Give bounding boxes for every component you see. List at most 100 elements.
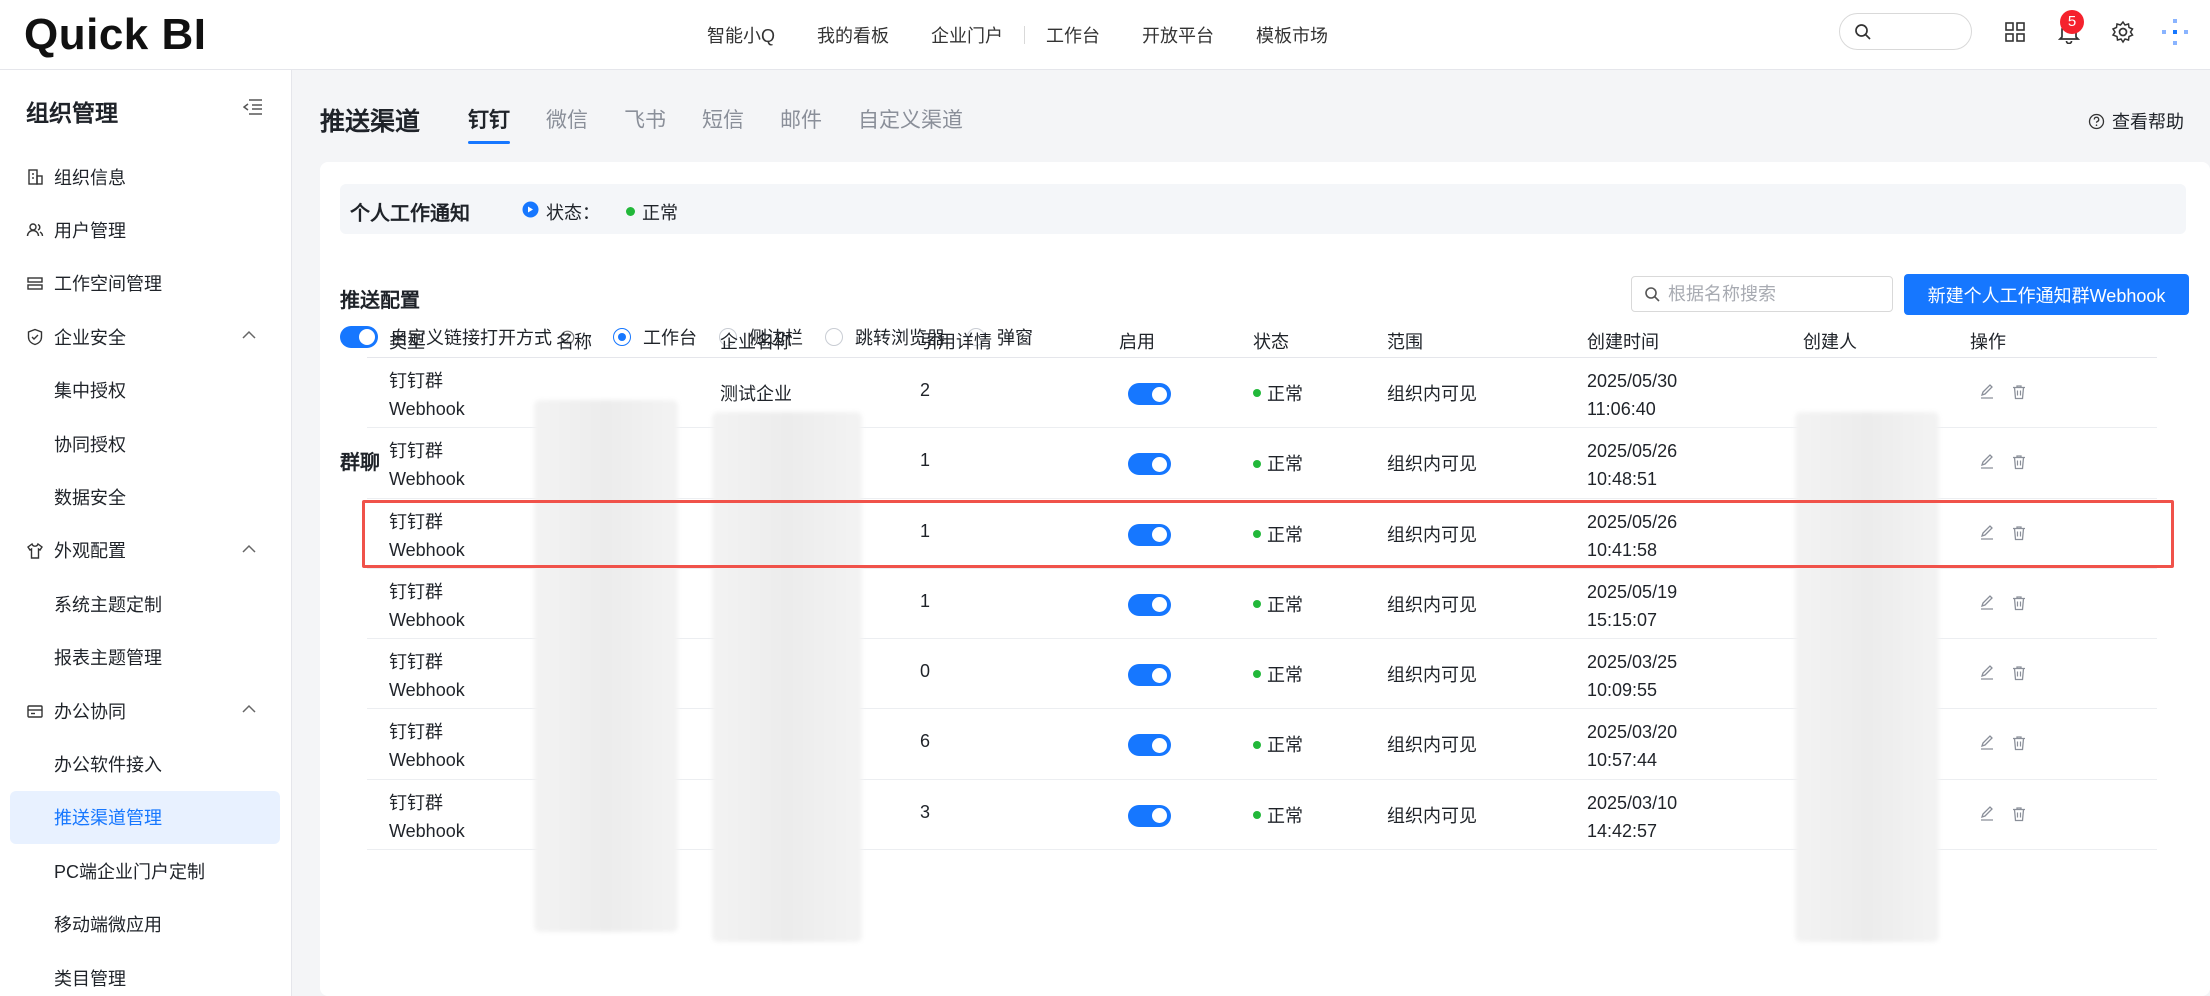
sidebar-item-appearance[interactable]: 外观配置 [0, 524, 292, 577]
ref-count[interactable]: 1 [920, 521, 930, 542]
ref-count[interactable]: 6 [920, 731, 930, 752]
enable-toggle[interactable] [1128, 804, 1171, 827]
sidebar-item-report-theme[interactable]: 报表主题管理 [0, 631, 292, 684]
sidebar-item-workspace[interactable]: 工作空间管理 [0, 257, 292, 310]
sidebar-item-central-auth[interactable]: 集中授权 [0, 364, 292, 417]
sidebar-item-label: 外观配置 [54, 541, 126, 562]
tab-sms[interactable]: 短信 [702, 104, 744, 144]
workspace-icon [27, 277, 43, 290]
toggle-knob [1152, 456, 1167, 472]
group-search-field[interactable] [1631, 276, 1893, 312]
status-cell: 正常 [1253, 380, 1303, 406]
apps-grid-icon[interactable] [2000, 17, 2030, 47]
sidebar-item-system-theme[interactable]: 系统主题定制 [0, 577, 292, 630]
ref-count[interactable]: 0 [920, 661, 930, 682]
tab-custom-channel[interactable]: 自定义渠道 [858, 104, 963, 144]
tab-email[interactable]: 邮件 [780, 104, 822, 144]
created-time-cell: 2025/03/10 14:42:57 [1587, 789, 1677, 845]
search-icon [1855, 24, 1871, 40]
sidebar-item-category[interactable]: 类目管理 [0, 951, 292, 996]
status-cell: 正常 [1253, 591, 1303, 617]
tab-feishu[interactable]: 飞书 [624, 104, 666, 144]
status-text: 正常 [1267, 805, 1303, 826]
sidebar-item-office-collab[interactable]: 办公协同 [0, 684, 292, 737]
toggle-knob [1152, 737, 1167, 753]
sidebar-item-collab-auth[interactable]: 协同授权 [0, 417, 292, 470]
edit-icon[interactable] [1978, 805, 1996, 823]
edit-icon[interactable] [1978, 664, 1996, 682]
enable-toggle[interactable] [1128, 523, 1171, 546]
status-cell: 正常 [1253, 450, 1303, 476]
edit-icon[interactable] [1978, 453, 1996, 471]
edit-icon[interactable] [1978, 524, 1996, 542]
sidebar-item-data-security[interactable]: 数据安全 [0, 470, 292, 523]
global-search[interactable] [1839, 13, 1972, 50]
search-icon [1645, 287, 1660, 302]
delete-icon[interactable] [2010, 383, 2028, 401]
enable-toggle[interactable] [1128, 664, 1171, 687]
sidebar-item-enterprise-security[interactable]: 企业安全 [0, 310, 292, 363]
delete-icon[interactable] [2010, 805, 2028, 823]
type-label: 钉钉群 [389, 722, 443, 743]
enable-toggle[interactable] [1128, 453, 1171, 476]
delete-icon[interactable] [2010, 664, 2028, 682]
nav-template-market[interactable]: 模板市场 [1235, 22, 1349, 48]
status-dot [1253, 529, 1261, 538]
tab-wechat[interactable]: 微信 [546, 104, 588, 144]
status-text: 正常 [1267, 735, 1303, 756]
type-cell: 钉钉群 Webhook [389, 718, 465, 774]
delete-icon[interactable] [2010, 524, 2028, 542]
notification-badge: 5 [2060, 10, 2084, 34]
nav-open-platform[interactable]: 开放平台 [1121, 22, 1235, 48]
group-search-input[interactable] [1668, 277, 1888, 311]
delete-icon[interactable] [2010, 734, 2028, 752]
sidebar-item-office-software[interactable]: 办公软件接入 [0, 737, 292, 790]
delete-icon[interactable] [2010, 594, 2028, 612]
help-link[interactable]: 查看帮助 [2088, 108, 2184, 134]
ref-count[interactable]: 1 [920, 450, 930, 471]
sidebar-item-label: 系统主题定制 [54, 594, 162, 615]
new-webhook-button[interactable]: 新建个人工作通知群Webhook [1904, 274, 2189, 315]
ref-count[interactable]: 2 [920, 380, 930, 401]
status-cell: 正常 [1253, 731, 1303, 757]
sidebar-item-org-info[interactable]: 组织信息 [0, 150, 292, 203]
nav-my-dashboards[interactable]: 我的看板 [796, 22, 910, 48]
sidebar-item-label: 协同授权 [54, 434, 126, 455]
sidebar-item-label: 类目管理 [54, 968, 126, 989]
enable-toggle[interactable] [1128, 734, 1171, 757]
sidebar-item-label: 移动端微应用 [54, 915, 162, 936]
created-date: 2025/05/19 [1587, 581, 1678, 602]
sidebar-item-push-channels[interactable]: 推送渠道管理 [10, 790, 280, 845]
nav-smart-q[interactable]: 智能小Q [686, 22, 796, 48]
ref-count[interactable]: 1 [920, 591, 930, 612]
sidebar-item-user-management[interactable]: 用户管理 [0, 203, 292, 256]
status-label: 状态： [546, 203, 600, 223]
chevron-up-icon [242, 704, 256, 713]
created-clock: 10:09:55 [1587, 680, 1658, 701]
enable-toggle[interactable] [1128, 593, 1171, 616]
edit-icon[interactable] [1978, 383, 1996, 401]
sidebar: 组织管理 组织信息 用户管理 工作空间管理 企业安全 集中授权 协同授权 数据安… [0, 70, 292, 996]
created-clock: 14:42:57 [1587, 820, 1658, 841]
edit-icon[interactable] [1978, 734, 1996, 752]
scope-cell: 组织内可见 [1387, 805, 1477, 826]
gear-icon[interactable] [2108, 17, 2138, 47]
redacted-creator-column [1795, 412, 1939, 942]
collapse-sidebar-icon[interactable] [243, 98, 263, 116]
type-label: 钉钉群 [389, 371, 443, 391]
tab-dingtalk[interactable]: 钉钉 [468, 104, 510, 144]
quick-bi-logo[interactable]: Quick BI [24, 10, 207, 60]
sidebar-item-mobile-app[interactable]: 移动端微应用 [0, 897, 292, 950]
ref-count[interactable]: 3 [920, 802, 930, 823]
col-created-time: 创建时间 [1587, 332, 1659, 352]
created-date: 2025/03/25 [1587, 652, 1678, 673]
nav-workbench[interactable]: 工作台 [1025, 22, 1121, 48]
delete-icon[interactable] [2010, 453, 2028, 471]
enable-toggle[interactable] [1128, 383, 1171, 405]
nav-enterprise-portal[interactable]: 企业门户 [910, 22, 1024, 48]
created-time-cell: 2025/03/25 10:09:55 [1587, 648, 1677, 704]
chevron-up-icon [242, 544, 256, 553]
edit-icon[interactable] [1978, 594, 1996, 612]
app-launcher-icon[interactable] [2160, 17, 2190, 47]
sidebar-item-pc-portal[interactable]: PC端企业门户定制 [0, 844, 292, 897]
